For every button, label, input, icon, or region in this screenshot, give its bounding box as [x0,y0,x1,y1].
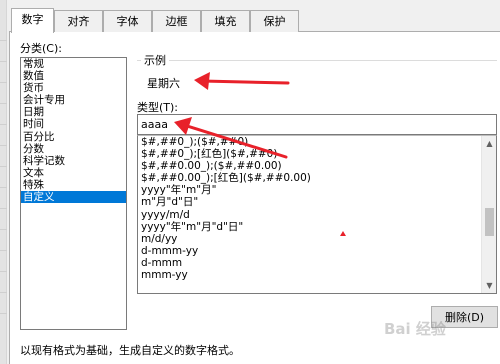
hint-text: 以现有格式为基础，生成自定义的数字格式。 [20,344,240,357]
type-label: 类型(T): [137,101,179,114]
format-item[interactable]: m"月"d"日" [138,196,496,208]
category-item[interactable]: 百分比 [21,131,126,143]
gridline [0,61,7,62]
category-item[interactable]: 科学记数 [21,155,126,167]
format-item[interactable]: $#,##0.00_);($#,##0.00) [138,160,496,172]
category-item[interactable]: 数值 [21,70,126,82]
gridline [0,103,7,104]
gridline [0,229,7,230]
format-item[interactable]: yyyy"年"m"月"d"日" [138,221,496,233]
category-item[interactable]: 时间 [21,118,126,130]
gridline [0,187,7,188]
tab-border[interactable]: 边框 [152,10,201,32]
scroll-down-icon[interactable]: ▼ [482,278,496,293]
category-label: 分类(C): [20,42,62,55]
gridline [0,250,7,251]
gridline [0,145,7,146]
category-item[interactable]: 特殊 [21,179,126,191]
format-list-scrollbar[interactable]: ▲ ▼ [481,136,496,293]
sample-group [137,60,497,92]
category-item[interactable]: 文本 [21,167,126,179]
scroll-up-icon[interactable]: ▲ [482,136,496,151]
sample-value: 星期六 [147,77,180,90]
tab-font[interactable]: 字体 [103,10,152,32]
sample-title: 示例 [141,52,169,68]
watermark: Bai 经验 [384,320,446,338]
tab-fill[interactable]: 填充 [201,10,250,32]
gridline [0,40,7,41]
category-item[interactable]: 分数 [21,143,126,155]
tab-bar: 数字 对齐 字体 边框 填充 保护 [9,8,500,33]
gridline [0,292,7,293]
tab-number[interactable]: 数字 [11,8,54,33]
format-item[interactable]: yyyy"年"m"月" [138,184,496,196]
category-list[interactable]: 常规 数值 货币 会计专用 日期 时间 百分比 分数 科学记数 文本 特殊 自定… [20,57,127,330]
format-item[interactable]: m/d/yy [138,233,496,245]
left-edge-strip [0,0,7,364]
gridline [0,124,7,125]
gridline [0,166,7,167]
scroll-thumb[interactable] [485,208,494,236]
type-input[interactable] [137,114,497,135]
category-item[interactable]: 常规 [21,58,126,70]
gridline [0,82,7,83]
gridline [0,271,7,272]
format-item[interactable]: yyyy/m/d [138,209,496,221]
category-item[interactable]: 货币 [21,82,126,94]
tab-alignment[interactable]: 对齐 [54,10,103,32]
tab-protection[interactable]: 保护 [250,10,299,32]
category-item-selected[interactable]: 自定义 [21,191,126,204]
format-item[interactable]: $#,##0.00_);[红色]($#,##0.00) [138,172,496,184]
format-item[interactable]: $#,##0_);($#,##0) [138,136,496,148]
format-item[interactable]: $#,##0_);[红色]($#,##0) [138,148,496,160]
format-list[interactable]: $#,##0_);($#,##0) $#,##0_);[红色]($#,##0) … [137,135,497,294]
category-item[interactable]: 日期 [21,106,126,118]
category-item[interactable]: 会计专用 [21,94,126,106]
gridline [0,313,7,314]
format-item[interactable]: d-mmm-yy [138,245,496,257]
format-item[interactable]: d-mmm [138,257,496,269]
gridline [0,208,7,209]
format-item[interactable]: mmm-yy [138,269,496,281]
